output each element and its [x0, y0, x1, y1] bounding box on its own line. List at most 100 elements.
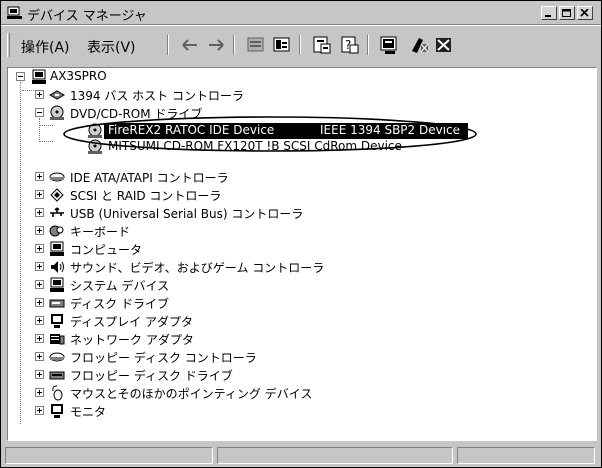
tree-node-display-adapters[interactable]: ディスプレイ アダプタ [8, 312, 308, 330]
tree-node-monitors[interactable]: モニタ [8, 402, 308, 420]
display-adapter-icon [51, 314, 63, 328]
computer-icon [32, 69, 46, 84]
tree-node-label: ディスプレイ アダプタ [70, 315, 193, 329]
tree-node-label: ディスク ドライブ [70, 297, 169, 311]
toolbar-separator [167, 35, 169, 55]
toolbar-grip[interactable] [7, 33, 10, 57]
properties-icon[interactable] [245, 34, 267, 56]
tree-node-label: モニタ [70, 405, 107, 419]
menu-view[interactable]: 表示(V) [87, 37, 136, 57]
expand-toggle[interactable] [35, 244, 44, 253]
back-icon[interactable] [179, 34, 201, 56]
annotation-ellipse [63, 116, 477, 152]
scan-hardware-icon[interactable] [379, 34, 401, 56]
uninstall-icon[interactable] [409, 34, 431, 56]
title-bar[interactable]: デバイス マネージャ [3, 3, 599, 24]
system-device-icon [50, 277, 64, 292]
tree-node-label: キーボード [70, 225, 131, 239]
menu-action[interactable]: 操作(A) [21, 37, 70, 57]
bus-controller-icon [48, 90, 66, 100]
toolbar-separator [367, 35, 369, 55]
expand-toggle[interactable] [35, 298, 44, 307]
minimize-icon [545, 15, 551, 17]
collapse-toggle[interactable] [35, 108, 44, 117]
collapse-toggle[interactable] [16, 72, 25, 81]
expand-toggle[interactable] [35, 352, 44, 361]
status-panel [457, 447, 595, 464]
toolbar-separator [299, 35, 301, 55]
tree-node-label: USB (Universal Serial Bus) コントローラ [70, 207, 304, 221]
expand-toggle[interactable] [35, 388, 44, 397]
expand-toggle[interactable] [35, 280, 44, 289]
maximize-icon [562, 9, 571, 17]
expand-toggle[interactable] [35, 208, 44, 217]
scope-icon[interactable] [271, 34, 293, 56]
help-icon[interactable]: ? [339, 34, 361, 56]
title-separator [1, 24, 601, 26]
computer-icon [50, 241, 64, 256]
close-button[interactable] [577, 6, 593, 20]
toolbar-separator [233, 35, 235, 55]
expand-toggle[interactable] [35, 406, 44, 415]
expand-toggle[interactable] [35, 334, 44, 343]
floppy-drive-icon [49, 371, 65, 380]
tree-node-ide-controllers[interactable]: IDE ATA/ATAPI コントローラ [8, 168, 308, 186]
tree-node-floppy-drives[interactable]: フロッピー ディスク ドライブ [8, 366, 308, 384]
status-panel [5, 447, 213, 464]
tree-node-system-devices[interactable]: システム デバイス [8, 276, 308, 294]
expand-toggle[interactable] [35, 90, 44, 99]
tree-node-sound-video-game[interactable]: サウンド、ビデオ、およびゲーム コントローラ [8, 258, 348, 276]
status-panel [217, 447, 453, 464]
minimize-button[interactable] [541, 6, 557, 20]
tree-root[interactable]: AX3SPRO [8, 68, 208, 86]
scsi-controller-icon [50, 188, 64, 202]
device-manager-icon [7, 6, 22, 19]
ide-controller-icon [49, 172, 65, 182]
tree-node-label: システム デバイス [70, 279, 170, 293]
tree-node-network-adapters[interactable]: ネットワーク アダプタ [8, 330, 308, 348]
device-tree-pane[interactable]: AX3SPRO 1394 バス ホスト コントローラ DVD/CD-ROM ドラ… [7, 67, 597, 441]
maximize-button[interactable] [559, 6, 575, 20]
keyboard-icon [49, 225, 64, 237]
window-title: デバイス マネージャ [27, 9, 147, 24]
floppy-controller-icon [49, 352, 65, 362]
mouse-icon [52, 385, 63, 401]
toolbar: 操作(A) 表示(V) ? [1, 27, 601, 63]
expand-toggle[interactable] [35, 316, 44, 325]
expand-toggle[interactable] [35, 226, 44, 235]
tree-node-label: 1394 バス ホスト コントローラ [70, 89, 244, 103]
close-icon [580, 9, 589, 17]
tree-node-label: サウンド、ビデオ、およびゲーム コントローラ [70, 261, 325, 275]
tree-root-label: AX3SPRO [50, 69, 107, 83]
tree-node-mice-pointing-devices[interactable]: マウスとそのほかのポインティング デバイス [8, 384, 348, 402]
tree-node-disk-drives[interactable]: ディスク ドライブ [8, 294, 308, 312]
tree-node-usb-controllers[interactable]: USB (Universal Serial Bus) コントローラ [8, 204, 328, 222]
tree-node-label: コンピュータ [70, 243, 143, 257]
device-tree: AX3SPRO 1394 バス ホスト コントローラ DVD/CD-ROM ドラ… [8, 68, 596, 440]
disk-drive-icon [49, 299, 65, 308]
usb-icon [50, 207, 64, 217]
expand-toggle[interactable] [35, 370, 44, 379]
tree-node-label: ネットワーク アダプタ [70, 333, 194, 347]
status-bar [5, 447, 597, 465]
tree-connector [22, 90, 34, 92]
network-adapter-icon [50, 334, 65, 345]
tree-node-keyboards[interactable]: キーボード [8, 222, 308, 240]
tree-node-label: SCSI と RAID コントローラ [70, 189, 222, 203]
device-manager-window: デバイス マネージャ 操作(A) 表示(V) ? AX3SPRO 1394 バス… [0, 0, 602, 468]
forward-icon[interactable] [205, 34, 227, 56]
view-properties-icon[interactable] [311, 34, 333, 56]
disable-icon[interactable] [433, 34, 455, 56]
tree-node-label: マウスとそのほかのポインティング デバイス [70, 387, 313, 401]
expand-toggle[interactable] [35, 262, 44, 271]
expand-toggle[interactable] [35, 190, 44, 199]
tree-node-1394-bus-controller[interactable]: 1394 バス ホスト コントローラ [8, 86, 308, 104]
tree-node-computer[interactable]: コンピュータ [8, 240, 308, 258]
tree-node-label: IDE ATA/ATAPI コントローラ [70, 171, 229, 185]
monitor-icon [51, 404, 63, 418]
tree-node-floppy-controllers[interactable]: フロッピー ディスク コントローラ [8, 348, 328, 366]
expand-toggle[interactable] [35, 172, 44, 181]
tree-node-label: フロッピー ディスク ドライブ [70, 369, 233, 383]
tree-node-scsi-raid-controllers[interactable]: SCSI と RAID コントローラ [8, 186, 308, 204]
tree-node-label: フロッピー ディスク コントローラ [70, 351, 257, 365]
